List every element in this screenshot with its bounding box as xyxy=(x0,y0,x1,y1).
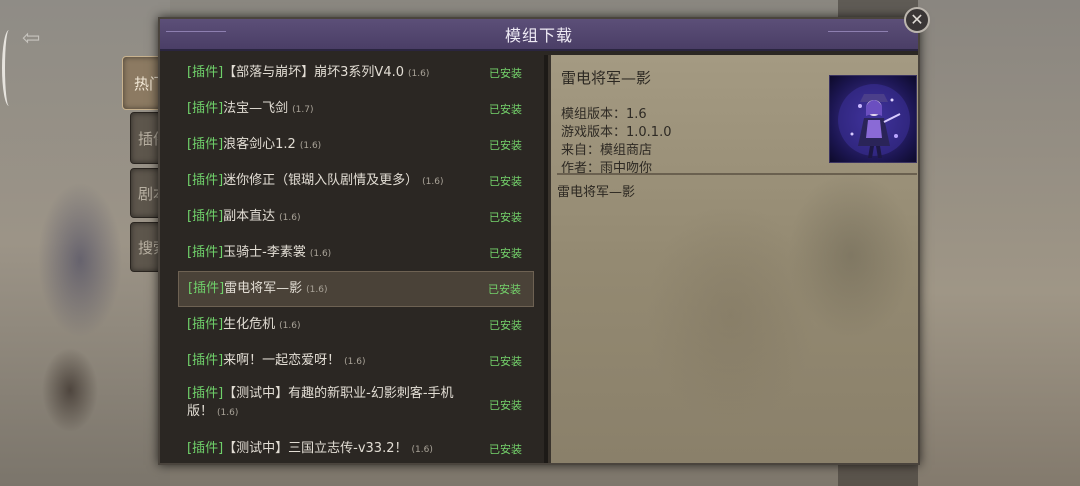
mod-tag: [插件] xyxy=(187,352,224,368)
mod-name: 法宝—飞剑 xyxy=(223,100,289,116)
mod-list-item[interactable]: [插件]来啊！一起恋爱呀！ (1.6) 已安装 xyxy=(178,343,534,379)
mod-download-window: 模组下载 ✕ [插件]【部落与崩坏】崩坏3系列V4.0 (1.6) 已安装 [插件… xyxy=(158,7,930,465)
mod-version: (1.6) xyxy=(344,356,366,367)
detail-mod-version: 模组版本：1.6 xyxy=(561,107,647,122)
mod-version: (1.6) xyxy=(408,68,430,79)
mod-name: 生化危机 xyxy=(223,316,276,332)
mod-name: 副本直达 xyxy=(223,208,276,224)
mod-tag: [插件] xyxy=(187,440,224,456)
mod-list-item[interactable]: [插件]【测试中】有趣的新职业-幻影刺客-手机版！ (1.6) 已安装 xyxy=(178,379,534,431)
detail-source: 来自：模组商店 xyxy=(561,143,653,158)
mod-thumbnail-image xyxy=(829,75,917,163)
window-title: 模组下载 xyxy=(504,26,573,45)
mod-version: (1.6) xyxy=(306,284,328,295)
mod-status: 已安装 xyxy=(488,283,521,296)
background-arc-decoration xyxy=(2,30,16,106)
mod-name: 浪客剑心1.2 xyxy=(223,136,296,152)
mod-list-item[interactable]: [插件]迷你修正（银瑚入队剧情及更多） (1.6) 已安装 xyxy=(178,163,534,199)
detail-mod-name: 雷电将军—影 xyxy=(561,69,652,87)
mod-tag: [插件] xyxy=(187,208,224,224)
mod-name: 来啊！一起恋爱呀！ xyxy=(223,352,341,368)
mod-detail-panel: 雷电将军—影 模组版本：1.6 游戏版本：1.0.1.0 来自：模组商店 作者：… xyxy=(548,55,918,463)
mod-version: (1.7) xyxy=(292,104,314,115)
mod-status: 已安装 xyxy=(489,319,522,332)
mod-tag: [插件] xyxy=(187,64,224,80)
mod-tag: [插件] xyxy=(187,386,224,401)
mod-tag: [插件] xyxy=(187,316,224,332)
mod-list-item[interactable]: [插件]浪客剑心1.2 (1.6) 已安装 xyxy=(178,127,534,163)
detail-game-version: 游戏版本：1.0.1.0 xyxy=(561,125,672,140)
mod-version: (1.6) xyxy=(279,212,301,223)
mod-status: 已安装 xyxy=(489,355,522,368)
mod-status: 已安装 xyxy=(489,139,522,152)
mod-list-item[interactable]: [插件]法宝—飞剑 (1.7) 已安装 xyxy=(178,91,534,127)
mod-list-item[interactable]: [插件]【部落与崩坏】崩坏3系列V4.0 (1.6) 已安装 xyxy=(178,55,534,91)
mod-list-item[interactable]: [插件]生化危机 (1.6) 已安装 xyxy=(178,307,534,343)
mod-status: 已安装 xyxy=(489,103,522,116)
mod-version: (1.6) xyxy=(422,176,444,187)
detail-description: 雷电将军—影 xyxy=(557,185,636,200)
close-icon: ✕ xyxy=(910,10,924,29)
mod-tag: [插件] xyxy=(187,136,224,152)
mod-tag: [插件] xyxy=(188,280,225,296)
mod-status: 已安装 xyxy=(489,175,522,188)
title-decoration-right xyxy=(828,31,888,39)
mod-version: (1.6) xyxy=(279,320,301,331)
detail-divider xyxy=(557,173,917,175)
mod-status: 已安装 xyxy=(489,443,522,456)
mod-tag: [插件] xyxy=(187,172,224,188)
mod-name: 玉骑士-李素裳 xyxy=(223,244,306,260)
back-arrow-icon[interactable]: ⇦ xyxy=(22,26,40,51)
mod-status: 已安装 xyxy=(489,211,522,224)
close-button[interactable]: ✕ xyxy=(904,7,930,33)
mod-list-item-selected[interactable]: [插件]雷电将军—影 (1.6) 已安装 xyxy=(178,271,534,307)
mod-version: (1.6) xyxy=(309,248,332,259)
mod-tag: [插件] xyxy=(187,100,224,116)
mod-list-item[interactable]: [插件]副本直达 (1.6) 已安装 xyxy=(178,199,534,235)
mod-name: 雷电将军—影 xyxy=(224,280,303,296)
mod-name: 【测试中】三国立志传-v33.2！ xyxy=(223,440,408,456)
mod-version: (1.6) xyxy=(411,444,433,455)
mod-list: [插件]【部落与崩坏】崩坏3系列V4.0 (1.6) 已安装 [插件]法宝—飞剑(… xyxy=(178,55,540,461)
mod-version: (1.6) xyxy=(217,408,239,418)
mod-name: 【部落与崩坏】崩坏3系列V4.0 xyxy=(223,64,404,80)
mod-status: 已安装 xyxy=(489,247,522,260)
character-portrait-icon xyxy=(838,84,910,158)
mod-status: 已安装 xyxy=(489,67,522,80)
background-scene-right xyxy=(918,0,1080,486)
mod-tag: [插件] xyxy=(187,244,224,260)
window-titlebar: 模组下载 xyxy=(160,19,918,51)
mod-name: 迷你修正（银瑚入队剧情及更多） xyxy=(223,172,419,188)
mod-list-item[interactable]: [插件]【测试中】三国立志传-v33.2！ (1.6) 已安装 xyxy=(178,431,534,461)
mod-list-item[interactable]: [插件]玉骑士-李素裳 (1.6) 已安装 xyxy=(178,235,534,271)
title-decoration-left xyxy=(166,31,226,39)
mod-status: 已安装 xyxy=(489,399,522,412)
mod-version: (1.6) xyxy=(299,140,322,151)
